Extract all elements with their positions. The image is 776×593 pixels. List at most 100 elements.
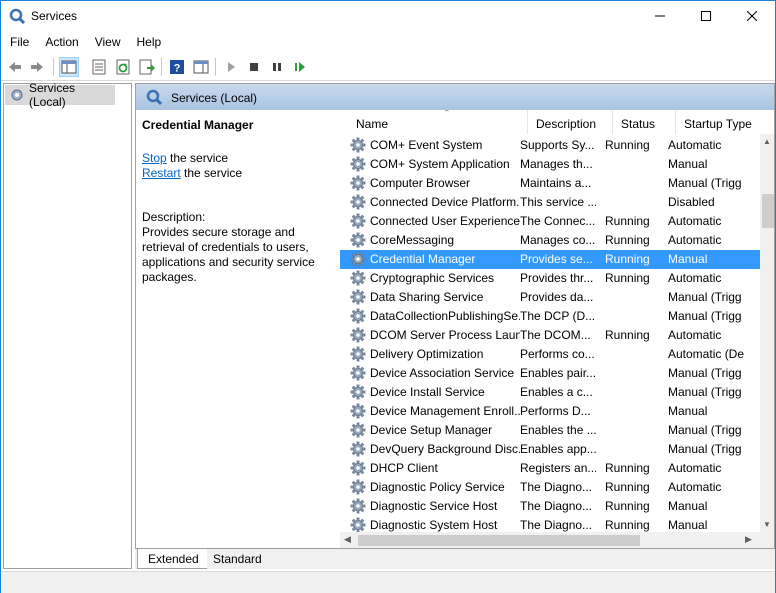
cell-startup: Manual — [668, 518, 708, 532]
export-list-button[interactable] — [137, 57, 157, 77]
show-hide-action-pane-button[interactable] — [191, 57, 211, 77]
column-header-label: Startup Type — [684, 117, 752, 131]
service-row[interactable]: Delivery Optimization Performs co... Autom… — [340, 345, 760, 364]
stop-service-button[interactable] — [244, 57, 264, 77]
tab-extended[interactable]: Extended — [137, 549, 207, 569]
scroll-left-icon[interactable]: ◀ — [344, 534, 351, 545]
minimize-button[interactable] — [637, 1, 683, 31]
service-row[interactable]: COM+ System Application Manages th... Manu… — [340, 155, 760, 174]
help-button[interactable]: ? — [167, 57, 187, 77]
show-hide-tree-button[interactable] — [59, 57, 79, 77]
cell-name: Connected User Experience... — [370, 214, 520, 228]
vertical-scroll-thumb[interactable] — [762, 194, 774, 228]
column-header-status[interactable]: Status — [613, 110, 676, 134]
svg-text:?: ? — [174, 63, 181, 75]
service-row[interactable]: Credential Manager Provides se... Running M… — [340, 250, 760, 269]
cell-startup: Manual (Trigg — [668, 423, 742, 437]
cell-startup: Manual — [668, 252, 708, 266]
cell-startup: Automatic — [668, 461, 722, 475]
cell-startup: Automatic — [668, 271, 722, 285]
service-row[interactable]: DevQuery Background Disc... Enables app..… — [340, 440, 760, 459]
refresh-icon — [116, 59, 130, 75]
close-button[interactable] — [729, 1, 775, 31]
service-row[interactable]: CoreMessaging Manages co... Running Automat… — [340, 231, 760, 250]
services-search-icon — [146, 89, 162, 105]
pause-service-button[interactable] — [267, 57, 287, 77]
vertical-scrollbar[interactable]: ▲ ▼ — [760, 134, 774, 532]
service-row[interactable]: Diagnostic Service Host The Diagno... Runn… — [340, 497, 760, 516]
cell-status: Running — [605, 518, 650, 532]
scroll-right-icon[interactable]: ▶ — [745, 534, 752, 545]
cell-startup: Manual (Trigg — [668, 309, 742, 323]
cell-description: This service ... — [520, 195, 596, 209]
back-button[interactable] — [5, 57, 25, 77]
cell-description: The DCOM... — [520, 328, 591, 342]
tab-standard[interactable]: Standard — [203, 549, 270, 569]
cell-description: Provides thr... — [520, 271, 594, 285]
restart-link[interactable]: Restart — [142, 166, 181, 180]
service-row[interactable]: Data Sharing Service Provides da... Manual… — [340, 288, 760, 307]
column-header-description[interactable]: Description — [528, 110, 613, 134]
sort-ascending-icon: ⌃ — [443, 110, 451, 118]
toolbar-separator — [215, 58, 216, 76]
stop-link[interactable]: Stop — [142, 151, 167, 165]
service-gear-icon — [350, 308, 366, 324]
service-row[interactable]: Cryptographic Services Provides thr... Run… — [340, 269, 760, 288]
horizontal-scrollbar[interactable]: ◀ ▶ — [340, 532, 760, 548]
properties-button[interactable] — [89, 57, 109, 77]
service-row[interactable]: Device Setup Manager Enables the ... Manua… — [340, 421, 760, 440]
resume-service-button[interactable] — [290, 57, 310, 77]
cell-status: Running — [605, 480, 650, 494]
cell-description: The Diagno... — [520, 499, 593, 513]
service-row[interactable]: Device Association Service Enables pair..… — [340, 364, 760, 383]
service-gear-icon — [350, 270, 366, 286]
column-header-name[interactable]: ⌃ Name — [348, 110, 528, 134]
scroll-down-icon[interactable]: ▼ — [763, 520, 771, 529]
service-row[interactable]: Device Install Service Enables a c... Manu… — [340, 383, 760, 402]
service-gear-icon — [350, 460, 366, 476]
menu-file[interactable]: File — [1, 31, 36, 53]
window-title: Services — [31, 9, 78, 23]
menu-view[interactable]: View — [86, 31, 128, 53]
maximize-button[interactable] — [683, 1, 729, 31]
cell-description: Manages th... — [520, 157, 593, 171]
extended-detail-panel: Credential Manager Stop the service Rest… — [136, 110, 340, 548]
cell-description: Maintains a... — [520, 176, 592, 190]
start-service-icon — [228, 62, 235, 72]
service-row[interactable]: DHCP Client Registers an... Running Automat… — [340, 459, 760, 478]
service-row[interactable]: Computer Browser Maintains a... Manual (Tr… — [340, 174, 760, 193]
stop-service-icon — [250, 63, 258, 71]
menu-action[interactable]: Action — [36, 31, 85, 53]
service-row[interactable]: Connected Device Platform... This service… — [340, 193, 760, 212]
cell-description: Provides se... — [520, 252, 593, 266]
service-row[interactable]: Device Management Enroll... Performs D...… — [340, 402, 760, 421]
service-row[interactable]: COM+ Event System Supports Sy... Running Au… — [340, 136, 760, 155]
cell-startup: Manual (Trigg — [668, 366, 742, 380]
service-row[interactable]: Diagnostic Policy Service The Diagno... Ru… — [340, 478, 760, 497]
toolbar-separator — [161, 58, 162, 76]
title-bar: Services — [1, 1, 775, 31]
forward-button[interactable] — [27, 57, 47, 77]
service-gear-icon — [350, 384, 366, 400]
refresh-button[interactable] — [113, 57, 133, 77]
column-header-startup-type[interactable]: Startup Type — [676, 110, 760, 134]
cell-name: DataCollectionPublishingSe... — [370, 309, 520, 323]
service-row[interactable]: Connected User Experience... The Connec..… — [340, 212, 760, 231]
cell-name: COM+ Event System — [370, 138, 483, 152]
start-service-button[interactable] — [221, 57, 241, 77]
cell-description: The Connec... — [520, 214, 596, 228]
cell-name: Diagnostic Service Host — [370, 499, 498, 513]
cell-startup: Manual — [668, 499, 708, 513]
stop-suffix: the service — [166, 151, 229, 165]
services-gear-icon — [11, 89, 23, 101]
scroll-up-icon[interactable]: ▲ — [763, 137, 771, 146]
menu-help[interactable]: Help — [128, 31, 169, 53]
cell-startup: Manual — [668, 157, 708, 171]
cell-name: Connected Device Platform... — [370, 195, 520, 209]
tree-item-services-local[interactable]: Services (Local) — [5, 81, 115, 109]
horizontal-scroll-thumb[interactable] — [358, 535, 640, 546]
service-gear-icon — [350, 479, 366, 495]
service-row[interactable]: DataCollectionPublishingSe... The DCP (D.… — [340, 307, 760, 326]
cell-name: DevQuery Background Disc... — [370, 442, 520, 456]
service-row[interactable]: DCOM Server Process Laun... The DCOM... Ru… — [340, 326, 760, 345]
